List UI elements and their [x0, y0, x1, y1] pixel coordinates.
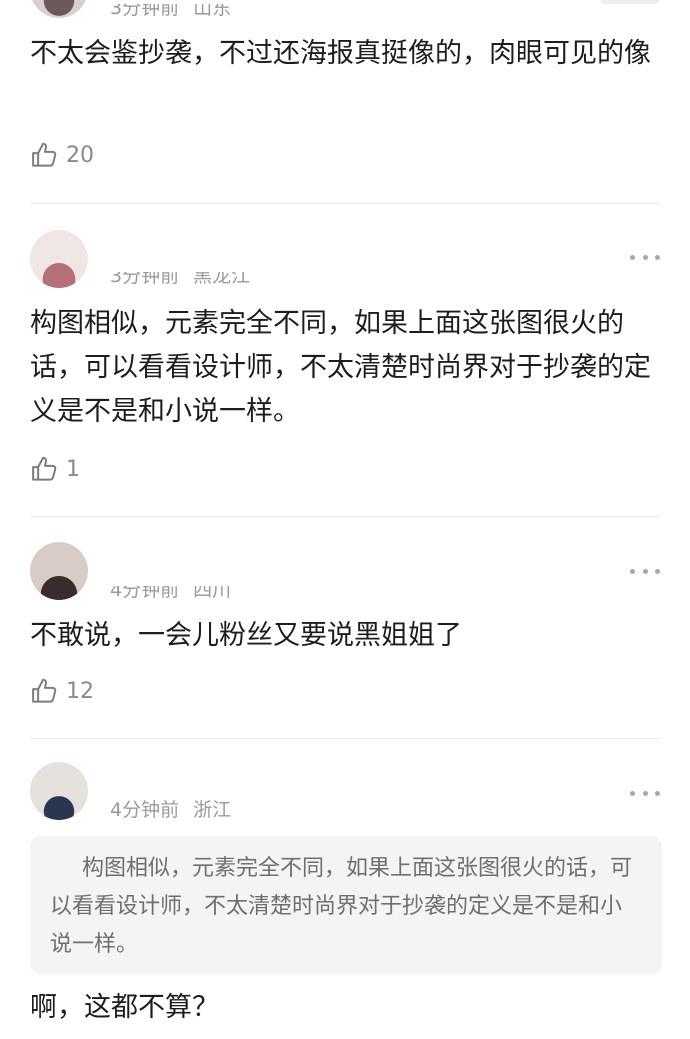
comment-meta: 3分钟前 山东 [110, 0, 232, 20]
comment-time: 4分钟前 [110, 579, 180, 601]
avatar[interactable] [30, 0, 88, 18]
more-dots-icon[interactable] [630, 788, 660, 798]
comment-location: 四川 [193, 579, 232, 601]
avatar[interactable] [30, 542, 88, 600]
comment-location: 黑龙江 [193, 265, 251, 287]
comment-location: 浙江 [193, 799, 232, 821]
thumbs-up-icon [32, 456, 57, 481]
more-dots-icon[interactable] [630, 252, 660, 262]
thumbs-up-icon [32, 678, 57, 703]
comment-meta: 4分钟前 四川 [110, 579, 232, 602]
comment-text: 不敢说，一会儿粉丝又要说黑姐姐了 [30, 620, 462, 651]
like-count: 1 [66, 456, 80, 482]
comment-meta: 3分钟前 黑龙江 [110, 265, 251, 288]
comment-time: 4分钟前 [110, 799, 180, 821]
like-button[interactable]: 1 [30, 454, 80, 484]
avatar[interactable] [30, 762, 88, 820]
top-pill [600, 0, 660, 4]
like-count: 20 [66, 142, 94, 168]
more-dots-icon[interactable] [630, 566, 660, 576]
divider [30, 516, 660, 517]
like-count: 12 [66, 678, 94, 704]
comment-text: 啊，这都不算？ [30, 992, 219, 1023]
comment-text: 不太会鉴抄袭，不过还海报真挺像的，肉眼可见的像 [30, 38, 651, 69]
comment-time: 3分钟前 [110, 0, 180, 19]
avatar[interactable] [30, 230, 88, 288]
divider [30, 203, 660, 204]
comment-meta: 4分钟前 浙江 [110, 798, 231, 822]
quoted-comment[interactable]: 构图相似，元素完全不同，如果上面这张图很火的话，可以看看设计师，不太清楚时尚界对… [30, 836, 662, 974]
divider [30, 738, 660, 739]
comment-location: 山东 [193, 0, 232, 19]
quoted-text: 构图相似，元素完全不同，如果上面这张图很火的话，可以看看设计师，不太清楚时尚界对… [50, 856, 633, 957]
comment-text: 构图相似，元素完全不同，如果上面这张图很火的话，可以看看设计师，不太清楚时尚界对… [30, 308, 651, 427]
thumbs-up-icon [32, 142, 57, 167]
like-button[interactable]: 12 [30, 676, 94, 706]
like-button[interactable]: 20 [30, 140, 94, 170]
comment-time: 3分钟前 [110, 265, 180, 287]
